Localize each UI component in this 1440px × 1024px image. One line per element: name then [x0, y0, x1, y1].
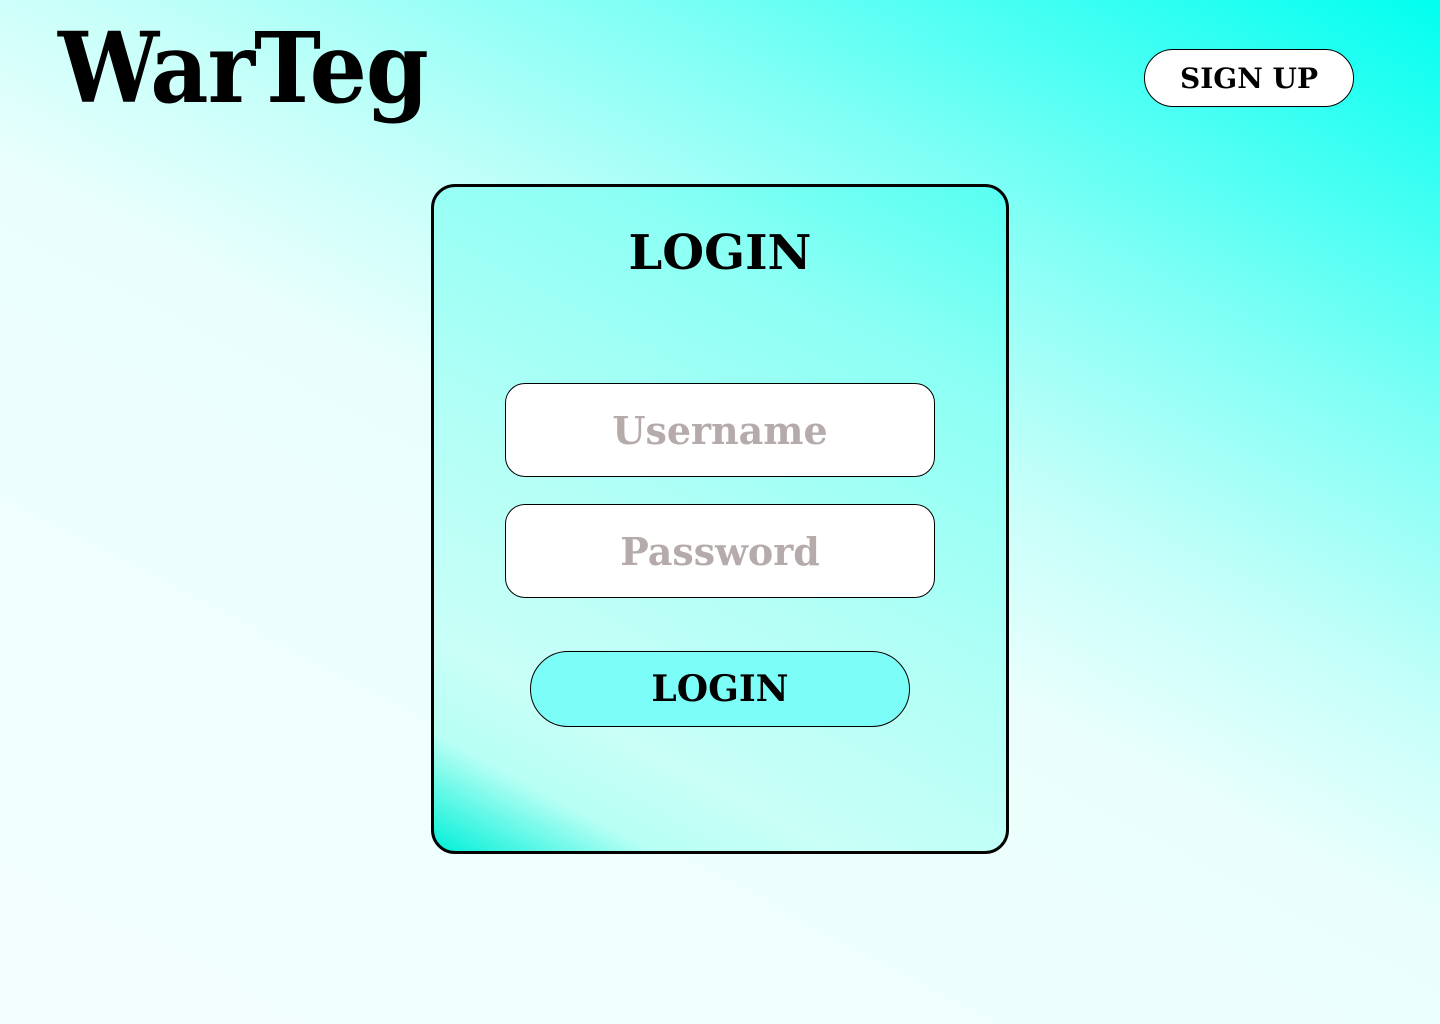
login-card: LOGIN LOGIN — [431, 184, 1009, 854]
login-title: LOGIN — [628, 225, 812, 281]
signup-button[interactable]: SIGN UP — [1144, 49, 1354, 107]
brand-logo: WarTeg — [58, 11, 429, 126]
password-field-container — [505, 504, 935, 598]
username-input[interactable] — [506, 384, 934, 476]
login-submit-button[interactable]: LOGIN — [530, 651, 910, 727]
password-input[interactable] — [506, 505, 934, 597]
username-field-container — [505, 383, 935, 477]
